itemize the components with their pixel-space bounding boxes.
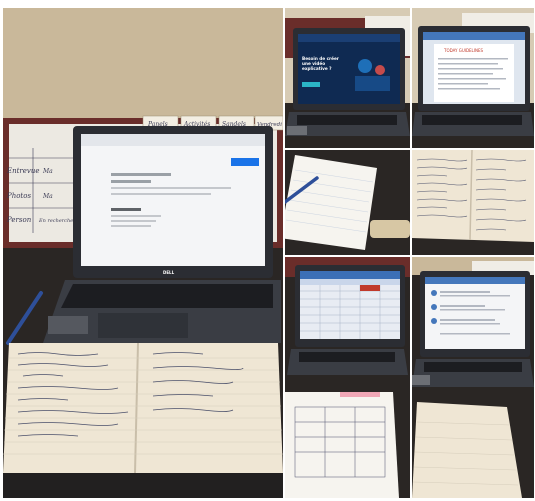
whiteboard-cell-3: En recherche bbox=[38, 218, 73, 224]
photo-collage: Panels Activités Sandels Vendredi Entrev… bbox=[0, 0, 535, 501]
notebook-pen-photo bbox=[285, 150, 410, 255]
whiteboard-cell-2: Ma bbox=[42, 193, 53, 200]
laptop-forum-photo bbox=[412, 257, 534, 498]
laptop-document-photo: TODAY GUIDELINES bbox=[412, 8, 534, 148]
laptop-brand-main: DELL bbox=[163, 270, 175, 275]
laptop-landing-photo: Besoin de créer une vidéo explicative ? bbox=[285, 8, 410, 148]
laptop-spreadsheet-photo bbox=[285, 257, 410, 498]
whiteboard-row-3: Person bbox=[6, 216, 32, 224]
open-notebook-photo bbox=[412, 150, 534, 255]
doc-heading: TODAY GUIDELINES bbox=[443, 48, 483, 53]
main-laptop-photo: Panels Activités Sandels Vendredi Entrev… bbox=[3, 8, 283, 498]
whiteboard-row-1: Entrevue bbox=[6, 167, 40, 175]
whiteboard-cell-1: Ma bbox=[42, 168, 53, 175]
whiteboard-row-2: Photos bbox=[6, 192, 31, 200]
